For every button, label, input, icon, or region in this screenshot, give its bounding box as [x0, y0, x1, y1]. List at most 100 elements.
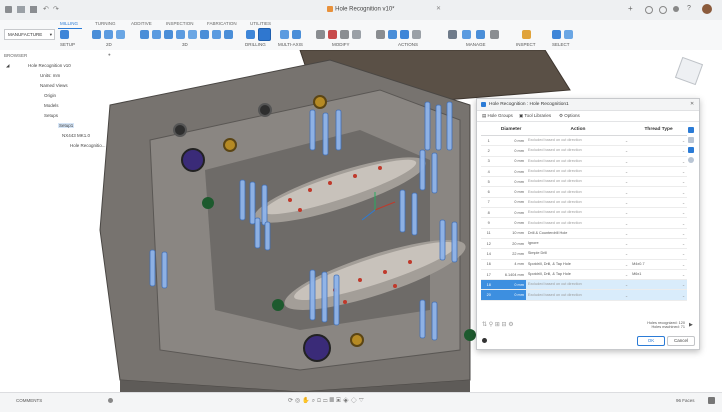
- row-action[interactable]: Excluded based on cut direction ⌄: [525, 176, 631, 188]
- 3d-pocket-icon[interactable]: [152, 30, 161, 39]
- 3d-steep-shallow-icon[interactable]: [164, 30, 173, 39]
- avatar[interactable]: [702, 4, 712, 14]
- chevron-down-icon[interactable]: ⌄: [682, 241, 685, 246]
- table-row[interactable]: 8 0 mm Excluded based on cut direction ⌄ ⌄: [481, 207, 687, 219]
- tab-turning[interactable]: TURNING: [95, 21, 116, 26]
- grid-view-icon[interactable]: [688, 127, 694, 133]
- 3d-contour-icon[interactable]: [200, 30, 209, 39]
- group-inspect[interactable]: INSPECT: [516, 42, 536, 47]
- table-row[interactable]: 9 0 mm Excluded based on cut direction ⌄ ⌄: [481, 217, 687, 229]
- row-thread-type[interactable]: ⌄: [630, 135, 687, 147]
- list-icon[interactable]: [688, 147, 694, 153]
- chevron-down-icon[interactable]: ⌄: [625, 241, 628, 246]
- ok-button[interactable]: OK: [637, 336, 665, 346]
- job-status-icon[interactable]: [659, 6, 667, 14]
- table-row[interactable]: 11 10 mm Drill & Counterdrill Hole ⌄ ⌄: [481, 228, 687, 239]
- hole-recognition-icon[interactable]: [258, 28, 271, 41]
- chevron-down-icon[interactable]: ⌄: [625, 272, 628, 277]
- tab-additive[interactable]: ADDITIVE: [131, 21, 152, 26]
- select-icon[interactable]: [552, 30, 561, 39]
- settings-icon[interactable]: ⚙: [508, 322, 513, 328]
- browser-item-models[interactable]: Models: [44, 103, 59, 108]
- chevron-down-icon[interactable]: ⌄: [682, 179, 685, 184]
- browser-root-toggle[interactable]: ◢: [6, 63, 9, 69]
- row-action[interactable]: Excluded based on cut direction ⌄: [525, 289, 631, 301]
- browser-item-units[interactable]: Units: mm: [40, 73, 60, 78]
- 3d-blend-icon[interactable]: [224, 30, 233, 39]
- table-row[interactable]: 4 0 mm Excluded based on cut direction ⌄ ⌄: [481, 166, 687, 178]
- tab-milling[interactable]: MILLING: [60, 21, 78, 26]
- chevron-down-icon[interactable]: ⌄: [625, 179, 628, 184]
- pan-icon[interactable]: ✋: [302, 398, 311, 404]
- tab-fabrication[interactable]: FABRICATION: [207, 21, 237, 26]
- filter-icon[interactable]: ⚲: [489, 322, 493, 328]
- chevron-down-icon[interactable]: ⌄: [682, 169, 685, 174]
- chevron-down-icon[interactable]: ⌄: [625, 169, 628, 174]
- row-action[interactable]: Excluded based on cut direction ⌄: [525, 186, 631, 198]
- row-thread-type[interactable]: ⌄: [630, 238, 687, 250]
- modify-trim-icon[interactable]: [340, 30, 349, 39]
- row-action[interactable]: Excluded based on cut direction ⌄: [525, 217, 631, 229]
- row-action[interactable]: Excluded based on cut direction ⌄: [525, 166, 631, 178]
- chevron-down-icon[interactable]: ⌄: [625, 159, 628, 164]
- group-setup[interactable]: SETUP: [60, 42, 75, 47]
- col-diameter[interactable]: Diameter: [496, 124, 526, 136]
- browser-pin-icon[interactable]: ●: [108, 52, 111, 57]
- table-row[interactable]: 20 0 mm Excluded based on cut direction ⌄ ⌄: [481, 289, 687, 301]
- chevron-down-icon[interactable]: ⌄: [682, 159, 685, 164]
- row-thread-type[interactable]: M6x1 ⌄: [630, 269, 687, 281]
- row-thread-type[interactable]: ⌄: [630, 176, 687, 188]
- setup-icon[interactable]: [60, 30, 69, 39]
- row-thread-type[interactable]: ⌄: [630, 166, 687, 178]
- row-thread-type[interactable]: ⌄: [630, 248, 687, 260]
- simulate-machine-icon[interactable]: [388, 30, 397, 39]
- select-window-icon[interactable]: [564, 30, 573, 39]
- table-row[interactable]: 3 0 mm Excluded based on cut direction ⌄ ⌄: [481, 156, 687, 167]
- group-drilling[interactable]: DRILLING: [245, 42, 266, 47]
- chevron-down-icon[interactable]: ⌄: [625, 262, 628, 267]
- browser-item-setup1[interactable]: Setup1: [58, 123, 75, 128]
- row-action[interactable]: Simple Drill ⌄: [525, 248, 631, 260]
- chevron-down-icon[interactable]: ⌄: [682, 231, 685, 236]
- row-action[interactable]: Excluded based on cut direction ⌄: [525, 156, 631, 167]
- chevron-down-icon[interactable]: ⌄: [682, 282, 685, 287]
- tab-options[interactable]: ⚙ Options: [559, 113, 580, 119]
- modify-cut-icon[interactable]: [316, 30, 325, 39]
- manage-tool-library-icon[interactable]: [448, 30, 457, 39]
- browser-item-named-views[interactable]: Named Views: [40, 83, 68, 88]
- viewports-icon[interactable]: ▣: [336, 398, 343, 404]
- table-row[interactable]: 16 4 mm Spotdrill, Drill, & Tap Hole ⌄ M4x0.…: [481, 259, 687, 270]
- row-action[interactable]: Excluded based on cut direction ⌄: [525, 207, 631, 219]
- collapse-icon[interactable]: ⊟: [501, 322, 506, 328]
- row-action[interactable]: Drill & Counterdrill Hole ⌄: [525, 228, 631, 239]
- row-action[interactable]: Excluded based on cut direction ⌄: [525, 197, 631, 209]
- table-row[interactable]: 7 0 mm Excluded based on cut direction ⌄ ⌄: [481, 197, 687, 209]
- simulate-icon[interactable]: [376, 30, 385, 39]
- manage-templates-icon[interactable]: [462, 30, 471, 39]
- row-thread-type[interactable]: M4x0.7 ⌄: [630, 259, 687, 270]
- chevron-down-icon[interactable]: ⌄: [625, 200, 628, 205]
- tab-inspection[interactable]: INSPECTION: [166, 21, 194, 26]
- row-action[interactable]: Ignore ⌄: [525, 238, 631, 250]
- orbit-icon[interactable]: ⟳: [288, 398, 295, 404]
- group-manage[interactable]: MANAGE: [466, 42, 486, 47]
- chevron-down-icon[interactable]: ⌄: [625, 251, 628, 256]
- chevron-down-icon[interactable]: ⌄: [625, 282, 628, 287]
- 2d-adaptive-icon[interactable]: [92, 30, 101, 39]
- row-thread-type[interactable]: ⌄: [630, 156, 687, 167]
- tab-hole-groups[interactable]: ▤ Hole Groups: [482, 113, 513, 119]
- table-row[interactable]: 18 0 mm Excluded based on cut direction ⌄ ⌄: [481, 279, 687, 291]
- col-action[interactable]: Action: [525, 124, 631, 136]
- help-icon[interactable]: ?: [687, 5, 691, 12]
- group-3d[interactable]: 3D: [182, 42, 188, 47]
- chevron-down-icon[interactable]: ⌄: [625, 138, 628, 143]
- chevron-down-icon[interactable]: ⌄: [625, 190, 628, 195]
- comments-label[interactable]: COMMENTS: [16, 398, 42, 403]
- toolpath-display-icon[interactable]: ◇: [351, 398, 359, 404]
- workspace-switcher[interactable]: MANUFACTURE ▾: [4, 29, 55, 40]
- new-tab-icon[interactable]: +: [628, 4, 633, 13]
- table-row[interactable]: 6 0 mm Excluded based on cut direction ⌄ ⌄: [481, 186, 687, 198]
- browser-item-hole-recognition[interactable]: Hole Recognitio...: [70, 143, 106, 148]
- row-action[interactable]: Excluded based on cut direction ⌄: [525, 279, 631, 291]
- sort-icon[interactable]: ⇅: [482, 322, 487, 328]
